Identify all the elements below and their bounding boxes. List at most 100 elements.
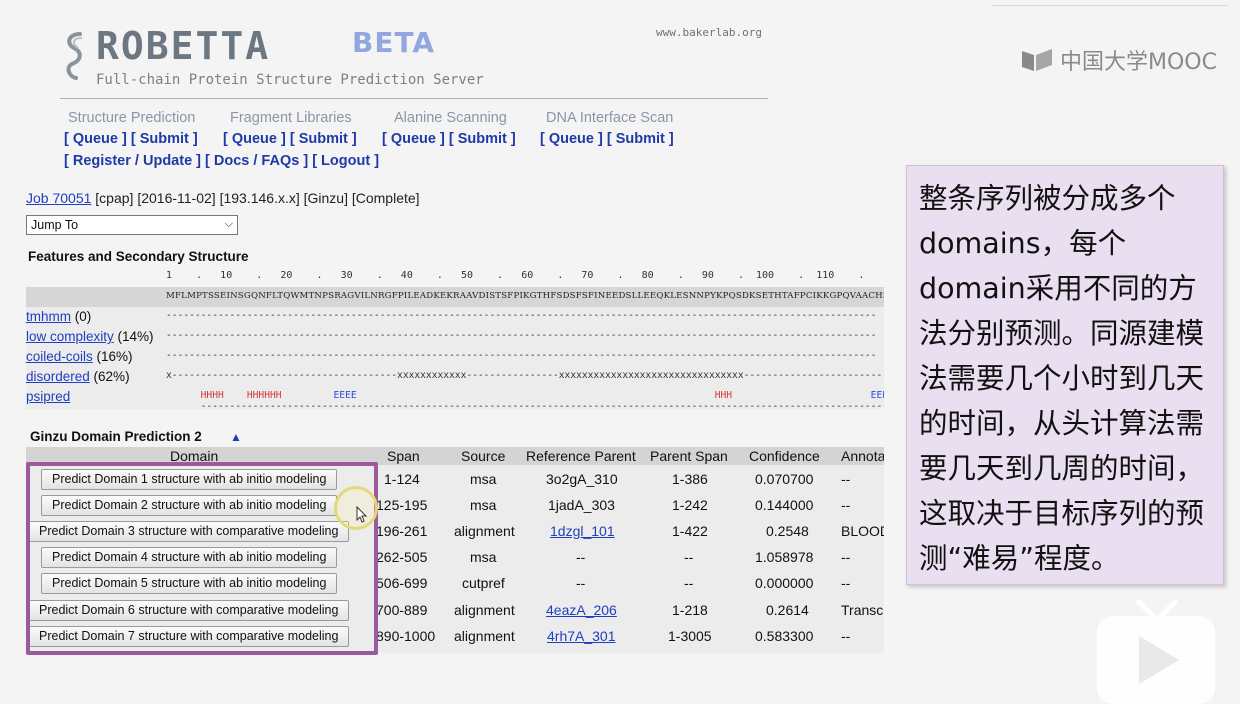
feature-row-coiled-coils: coiled-coils (16%) ---------------------…: [26, 347, 884, 367]
alanine-queue-link[interactable]: [ Queue ]: [382, 131, 445, 147]
nav-category-fragment-libraries: Fragment Libraries: [230, 110, 352, 126]
source-cell: msa: [470, 497, 497, 513]
annotation-cell: --: [841, 575, 851, 591]
site-header: ROBETTA BETA Full-chain Protein Structur…: [58, 20, 768, 98]
feature-row-psipred: psipred --------------------------------…: [26, 387, 884, 412]
jump-to-select[interactable]: Jump To ⌵: [26, 215, 238, 235]
disordered-segment: xxxxxxxxxxxx: [397, 370, 467, 381]
jump-to-value: Jump To: [31, 218, 79, 232]
confidence-cell: 0.2548: [766, 523, 809, 539]
low-complexity-value: (14%): [113, 329, 154, 344]
source-cell: msa: [470, 471, 497, 487]
features-table: tmhmm (0) ------------------------------…: [26, 307, 884, 412]
mouse-pointer-icon: [356, 506, 368, 523]
disordered-value: (62%): [89, 369, 130, 384]
site-url[interactable]: www.bakerlab.org: [656, 26, 762, 39]
docs-faqs-link[interactable]: [ Docs / FAQs ]: [205, 153, 308, 169]
parent-span-cell: 1-422: [672, 523, 708, 539]
header-divider: [60, 98, 768, 99]
nav-dna-actions: [ Queue ] [ Submit ]: [540, 131, 674, 147]
col-confidence: Confidence: [749, 448, 820, 464]
register-link[interactable]: [ Register: [64, 153, 131, 169]
nav-category-alanine-scanning: Alanine Scanning: [394, 110, 507, 126]
confidence-cell: 0.2614: [766, 602, 809, 618]
logout-link[interactable]: [ Logout ]: [312, 153, 379, 169]
span-cell: 506-699: [376, 575, 428, 591]
feature-row-low-complexity: low complexity (14%) -------------------…: [26, 327, 884, 347]
parent-cell: --: [576, 575, 586, 591]
nav-account-row: [ Register / Update ] [ Docs / FAQs ] [ …: [64, 153, 379, 169]
site-subtitle: Full-chain Protein Structure Prediction …: [96, 72, 484, 88]
span-cell: 700-889: [376, 602, 428, 618]
span-cell: 890-1000: [376, 628, 436, 644]
robetta-logo-icon: [66, 32, 83, 80]
confidence-cell: 0.070700: [755, 471, 814, 487]
nav-structure-actions: [ Queue ] [ Submit ]: [64, 131, 198, 147]
confidence-cell: 0.583300: [755, 628, 814, 644]
col-source: Source: [461, 448, 506, 464]
confidence-cell: 1.058978: [755, 549, 814, 565]
fragment-submit-link[interactable]: [ Submit ]: [290, 131, 357, 147]
sequence-bar: MFLMPTSSEINSGQNFLTQWMTNPSRAGVILNRGFPILEA…: [26, 287, 884, 307]
psipred-link[interactable]: psipred: [26, 389, 70, 404]
span-cell: 1-124: [384, 471, 420, 487]
nav-alanine-actions: [ Queue ] [ Submit ]: [382, 131, 516, 147]
annotation-cell: Transc: [841, 602, 884, 618]
dna-queue-link[interactable]: [ Queue ]: [540, 131, 603, 147]
fragment-queue-link[interactable]: [ Queue ]: [223, 131, 286, 147]
sequence-text: MFLMPTSSEINSGQNFLTQWMTNPSRAGVILNRGFPILEA…: [166, 291, 884, 301]
coiled-coils-link[interactable]: coiled-coils: [26, 349, 93, 364]
span-cell: 125-195: [376, 497, 428, 513]
highlight-box: [26, 462, 378, 655]
annotation-cell: --: [841, 549, 851, 565]
parent-link[interactable]: 4eazA_206: [546, 602, 617, 618]
annotation-cell: BLOOD: [841, 523, 884, 539]
col-parent-span: Parent Span: [650, 448, 728, 464]
alanine-submit-link[interactable]: [ Submit ]: [449, 131, 516, 147]
psipred-coil: ----------------------------------------…: [200, 401, 884, 412]
nav-separator: /: [134, 153, 139, 169]
nav-category-dna-interface-scan: DNA Interface Scan: [546, 110, 674, 126]
span-cell: 262-505: [376, 549, 428, 565]
col-annotation: Annota: [841, 448, 884, 464]
annotation-cell: --: [841, 471, 851, 487]
dna-submit-link[interactable]: [ Submit ]: [607, 131, 674, 147]
top-edge-bar: [992, 0, 1228, 6]
play-icon: [1139, 636, 1179, 684]
tmhmm-value: (0): [71, 309, 92, 324]
parent-link[interactable]: 4rh7A_301: [547, 628, 616, 644]
structure-submit-link[interactable]: [ Submit ]: [131, 131, 198, 147]
ginzu-title: Ginzu Domain Prediction 2: [30, 429, 202, 444]
annotation-note: 整条序列被分成多个domains，每个domain采用不同的方法分别预测。同源建…: [906, 165, 1224, 585]
tmhmm-link[interactable]: tmhmm: [26, 309, 71, 324]
low-complexity-link[interactable]: low complexity: [26, 329, 114, 344]
coiled-coils-track: ----------------------------------------…: [166, 350, 877, 361]
parent-link[interactable]: 1dzgl_101: [550, 523, 615, 539]
col-reference-parent: Reference Parent: [526, 448, 636, 464]
parent-span-cell: 1-218: [672, 602, 708, 618]
update-link[interactable]: Update ]: [143, 153, 201, 169]
parent-cell: 3o2gA_310: [546, 471, 618, 487]
video-play-overlay[interactable]: [1097, 600, 1215, 704]
job-meta: [cpap] [2016-11-02] [193.146.x.x] [Ginzu…: [95, 190, 420, 206]
confidence-cell: 0.144000: [755, 497, 814, 513]
parent-cell: 1jadA_303: [548, 497, 615, 513]
source-cell: cutpref: [462, 575, 505, 591]
nav-fragment-actions: [ Queue ] [ Submit ]: [223, 131, 357, 147]
feature-row-tmhmm: tmhmm (0) ------------------------------…: [26, 307, 884, 327]
source-cell: msa: [470, 549, 497, 565]
sequence-ruler: 1 . 10 . 20 . 30 . 40 . 50 . 60 . 70 . 8…: [166, 270, 865, 281]
tv-antenna-icon: [1136, 600, 1178, 619]
structure-queue-link[interactable]: [ Queue ]: [64, 131, 127, 147]
col-span: Span: [387, 448, 420, 464]
strand-segment: EEEE: [870, 390, 884, 401]
parent-span-cell: 1-3005: [668, 628, 712, 644]
parent-span-cell: --: [684, 575, 694, 591]
disordered-link[interactable]: disordered: [26, 369, 90, 384]
job-link[interactable]: Job 70051: [26, 190, 91, 206]
note-text: 整条序列被分成多个domains，每个domain采用不同的方法分别预测。同源建…: [919, 182, 1205, 575]
parent-cell: --: [576, 549, 586, 565]
collapse-triangle-icon[interactable]: ▲: [230, 430, 242, 444]
annotation-cell: --: [841, 497, 851, 513]
annotation-cell: --: [841, 628, 851, 644]
